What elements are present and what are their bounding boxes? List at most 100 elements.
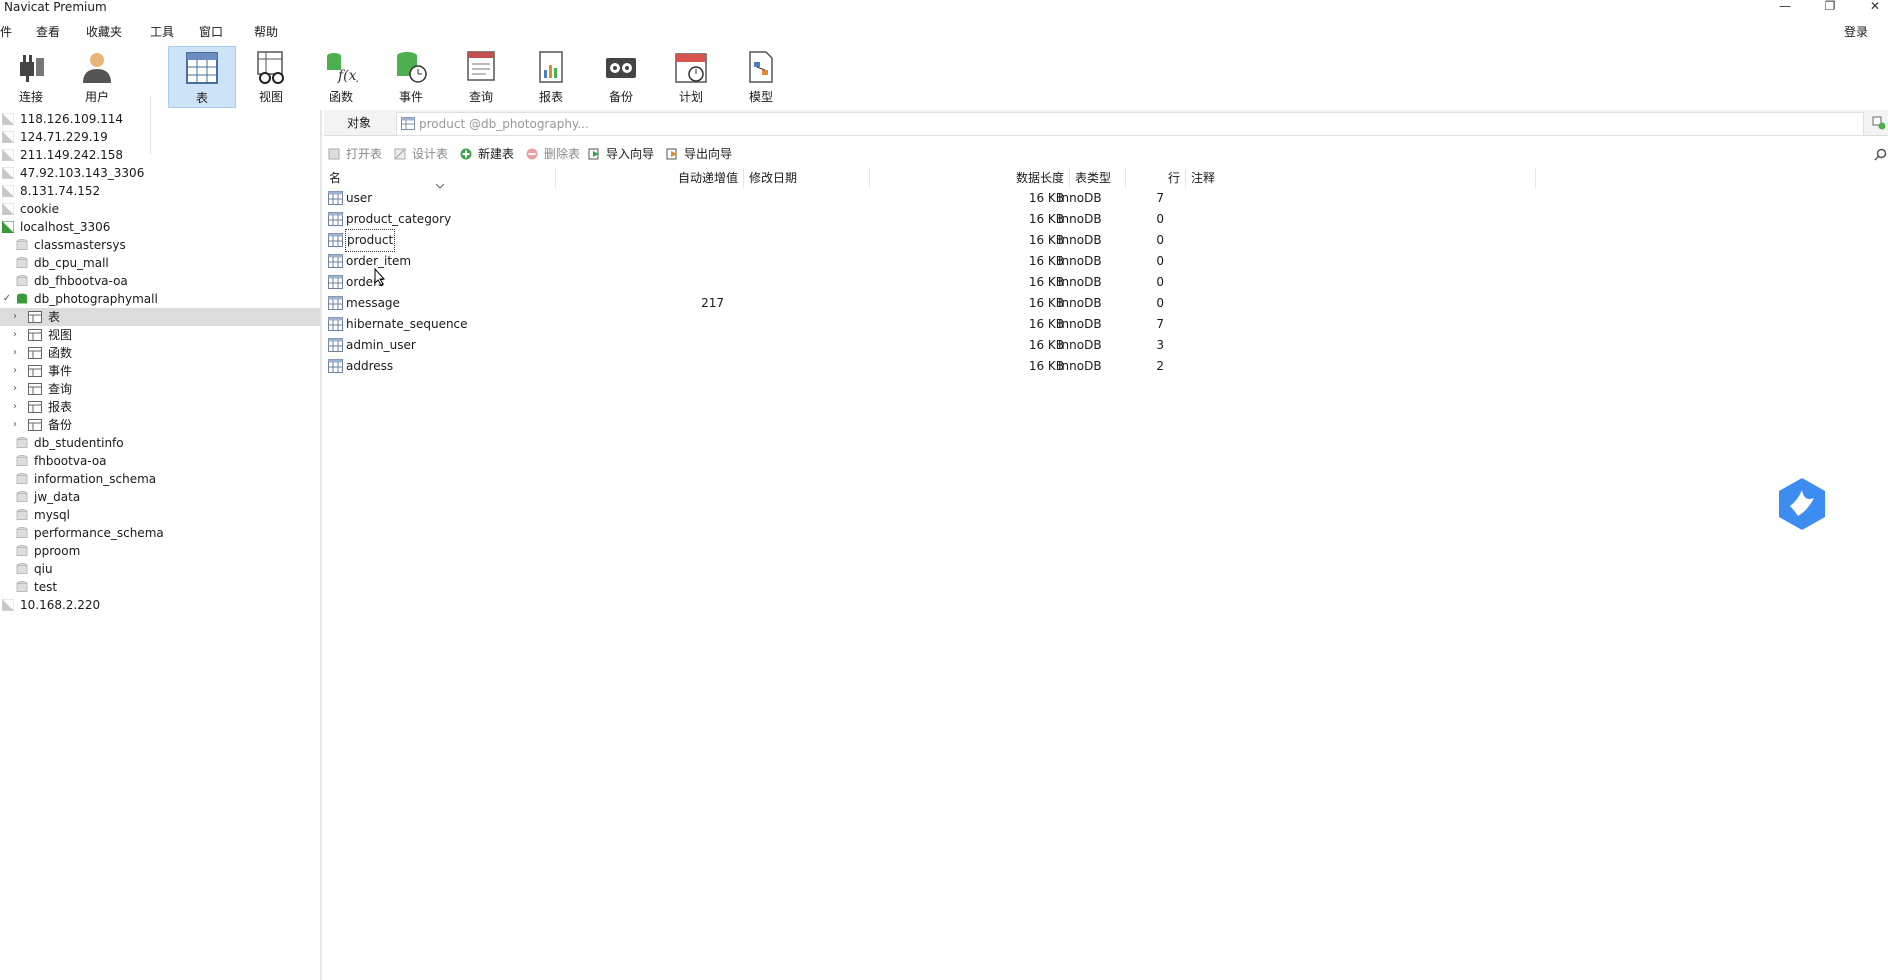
- menu-favorites[interactable]: 收藏夹: [86, 22, 122, 42]
- tree-database[interactable]: jw_data: [0, 488, 320, 506]
- table-row[interactable]: address 16 KB InnoDB 2: [324, 356, 1524, 377]
- minimize-button[interactable]: —: [1770, 0, 1800, 14]
- chevron-right-icon[interactable]: ›: [10, 380, 20, 398]
- connection-icon: [2, 203, 14, 215]
- expanded-chevron-icon[interactable]: ✓: [2, 290, 12, 308]
- rows-cell: 0: [1156, 233, 1164, 247]
- toolbar-table-button[interactable]: 表: [168, 46, 236, 108]
- tree-node-function[interactable]: › 函数: [0, 344, 320, 362]
- col-modified-header[interactable]: 修改日期: [744, 168, 870, 188]
- tab-bar: 对象 product @db_photography...: [324, 110, 1888, 136]
- table-row[interactable]: product_category 16 KB InnoDB 0: [324, 209, 1524, 230]
- tree-database[interactable]: fhbootva-oa: [0, 452, 320, 470]
- table-row[interactable]: order_item 16 KB InnoDB 0: [324, 251, 1524, 272]
- tree-database[interactable]: db_cpu_mall: [0, 254, 320, 272]
- tree-database[interactable]: qiu: [0, 560, 320, 578]
- tree-node-view[interactable]: › 视图: [0, 326, 320, 344]
- toolbar-connect-button[interactable]: 连接: [0, 46, 62, 108]
- menu-view[interactable]: 查看: [36, 22, 60, 42]
- tree-database[interactable]: db_studentinfo: [0, 434, 320, 452]
- report-icon: [539, 51, 563, 83]
- chevron-right-icon[interactable]: ›: [10, 326, 20, 344]
- tree-item-label: 函数: [48, 346, 73, 360]
- toolbar-schedule-button[interactable]: 计划: [660, 46, 722, 108]
- menu-help[interactable]: 帮助: [254, 22, 278, 42]
- table-icon: [328, 212, 343, 226]
- tree-node-backup[interactable]: › 备份: [0, 416, 320, 434]
- tree-database[interactable]: performance_schema: [0, 524, 320, 542]
- table-row[interactable]: orders 16 KB InnoDB 0: [324, 272, 1524, 293]
- remove-icon: [526, 148, 538, 160]
- col-auto-increment-header[interactable]: 自动递增值: [556, 168, 744, 188]
- chevron-right-icon[interactable]: ›: [10, 398, 20, 416]
- table-row[interactable]: user 16 KB InnoDB 7: [324, 188, 1524, 209]
- data-length-cell: 16 KB: [1028, 191, 1064, 205]
- tree-database[interactable]: information_schema: [0, 470, 320, 488]
- tree-connection[interactable]: 47.92.103.143_3306: [0, 164, 320, 182]
- tree-database[interactable]: pproom: [0, 542, 320, 560]
- tree-node-table[interactable]: › 表: [0, 308, 320, 326]
- col-data-length-header[interactable]: 数据长度: [870, 168, 1070, 188]
- tree-item-label: 事件: [48, 364, 73, 378]
- menu-file[interactable]: 件: [0, 22, 12, 42]
- toolbar-event-button[interactable]: 事件: [380, 46, 442, 108]
- table-row[interactable]: message 217 16 KB InnoDB 0: [324, 293, 1524, 314]
- tree-connection[interactable]: 8.131.74.152: [0, 182, 320, 200]
- backup-icon: [28, 419, 42, 431]
- chevron-right-icon[interactable]: ›: [10, 344, 20, 362]
- rows-cell: 0: [1156, 275, 1164, 289]
- toolbar-report-label: 报表: [538, 90, 563, 104]
- table-icon: [401, 117, 415, 130]
- chevron-right-icon[interactable]: ›: [10, 362, 20, 380]
- tree-database[interactable]: db_fhbootva-oa: [0, 272, 320, 290]
- menu-tools[interactable]: 工具: [150, 22, 174, 42]
- login-link[interactable]: 登录: [1844, 22, 1868, 42]
- restore-button[interactable]: ❐: [1815, 0, 1845, 14]
- tree-database[interactable]: test: [0, 578, 320, 596]
- search-icon[interactable]: [1874, 148, 1887, 161]
- toolbar-function-button[interactable]: f(x) 函数: [310, 46, 372, 108]
- tree-node-query[interactable]: › 查询: [0, 380, 320, 398]
- tree-database[interactable]: classmastersys: [0, 236, 320, 254]
- tree-connection[interactable]: 10.168.2.220: [0, 596, 320, 614]
- chevron-right-icon[interactable]: ›: [10, 308, 20, 326]
- tree-database-open[interactable]: ✓ db_photographymall: [0, 290, 320, 308]
- tree-item-label: 8.131.74.152: [20, 184, 101, 198]
- tree-item-label: 118.126.109.114: [20, 112, 124, 126]
- tab-product-table[interactable]: product @db_photography...: [396, 112, 1864, 136]
- tree-node-event[interactable]: › 事件: [0, 362, 320, 380]
- mouse-cursor-icon: [374, 268, 386, 286]
- col-engine-header[interactable]: 表类型: [1070, 168, 1126, 188]
- tree-connection[interactable]: cookie: [0, 200, 320, 218]
- toolbar-model-label: 模型: [748, 90, 773, 104]
- col-rows-header[interactable]: 行: [1126, 168, 1186, 188]
- tree-connection[interactable]: 124.71.229.19: [0, 128, 320, 146]
- refresh-icon[interactable]: [1872, 116, 1886, 130]
- table-row[interactable]: admin_user 16 KB InnoDB 3: [324, 335, 1524, 356]
- tree-connection[interactable]: 211.149.242.158: [0, 146, 320, 164]
- tree-database[interactable]: mysql: [0, 506, 320, 524]
- tree-connection-open[interactable]: localhost_3306: [0, 218, 320, 236]
- table-row[interactable]: hibernate_sequence 16 KB InnoDB 7: [324, 314, 1524, 335]
- toolbar-connect-label: 连接: [18, 90, 43, 104]
- menu-window[interactable]: 窗口: [199, 22, 223, 42]
- col-comment-header[interactable]: 注释: [1186, 168, 1536, 188]
- rows-cell: 0: [1156, 254, 1164, 268]
- floating-assistant-icon[interactable]: [1776, 476, 1828, 532]
- connection-icon: [2, 131, 14, 143]
- tab-objects[interactable]: 对象: [324, 110, 394, 136]
- toolbar-user-button[interactable]: 用户: [66, 46, 128, 108]
- toolbar-view-button[interactable]: 视图: [240, 46, 302, 108]
- tree-item-label: db_studentinfo: [34, 436, 124, 450]
- chevron-right-icon[interactable]: ›: [10, 416, 20, 434]
- toolbar-report-button[interactable]: 报表: [520, 46, 582, 108]
- close-button[interactable]: ✕: [1860, 0, 1888, 14]
- tree-node-report[interactable]: › 报表: [0, 398, 320, 416]
- toolbar-backup-button[interactable]: 备份: [590, 46, 652, 108]
- tree-connection[interactable]: 118.126.109.114: [0, 110, 320, 128]
- toolbar-query-button[interactable]: 查询: [450, 46, 512, 108]
- rows-cell: 3: [1156, 338, 1164, 352]
- table-row[interactable]: product 16 KB InnoDB 0: [324, 229, 1524, 252]
- toolbar-model-button[interactable]: 模型: [730, 46, 792, 108]
- toolbar-user-label: 用户: [84, 90, 109, 104]
